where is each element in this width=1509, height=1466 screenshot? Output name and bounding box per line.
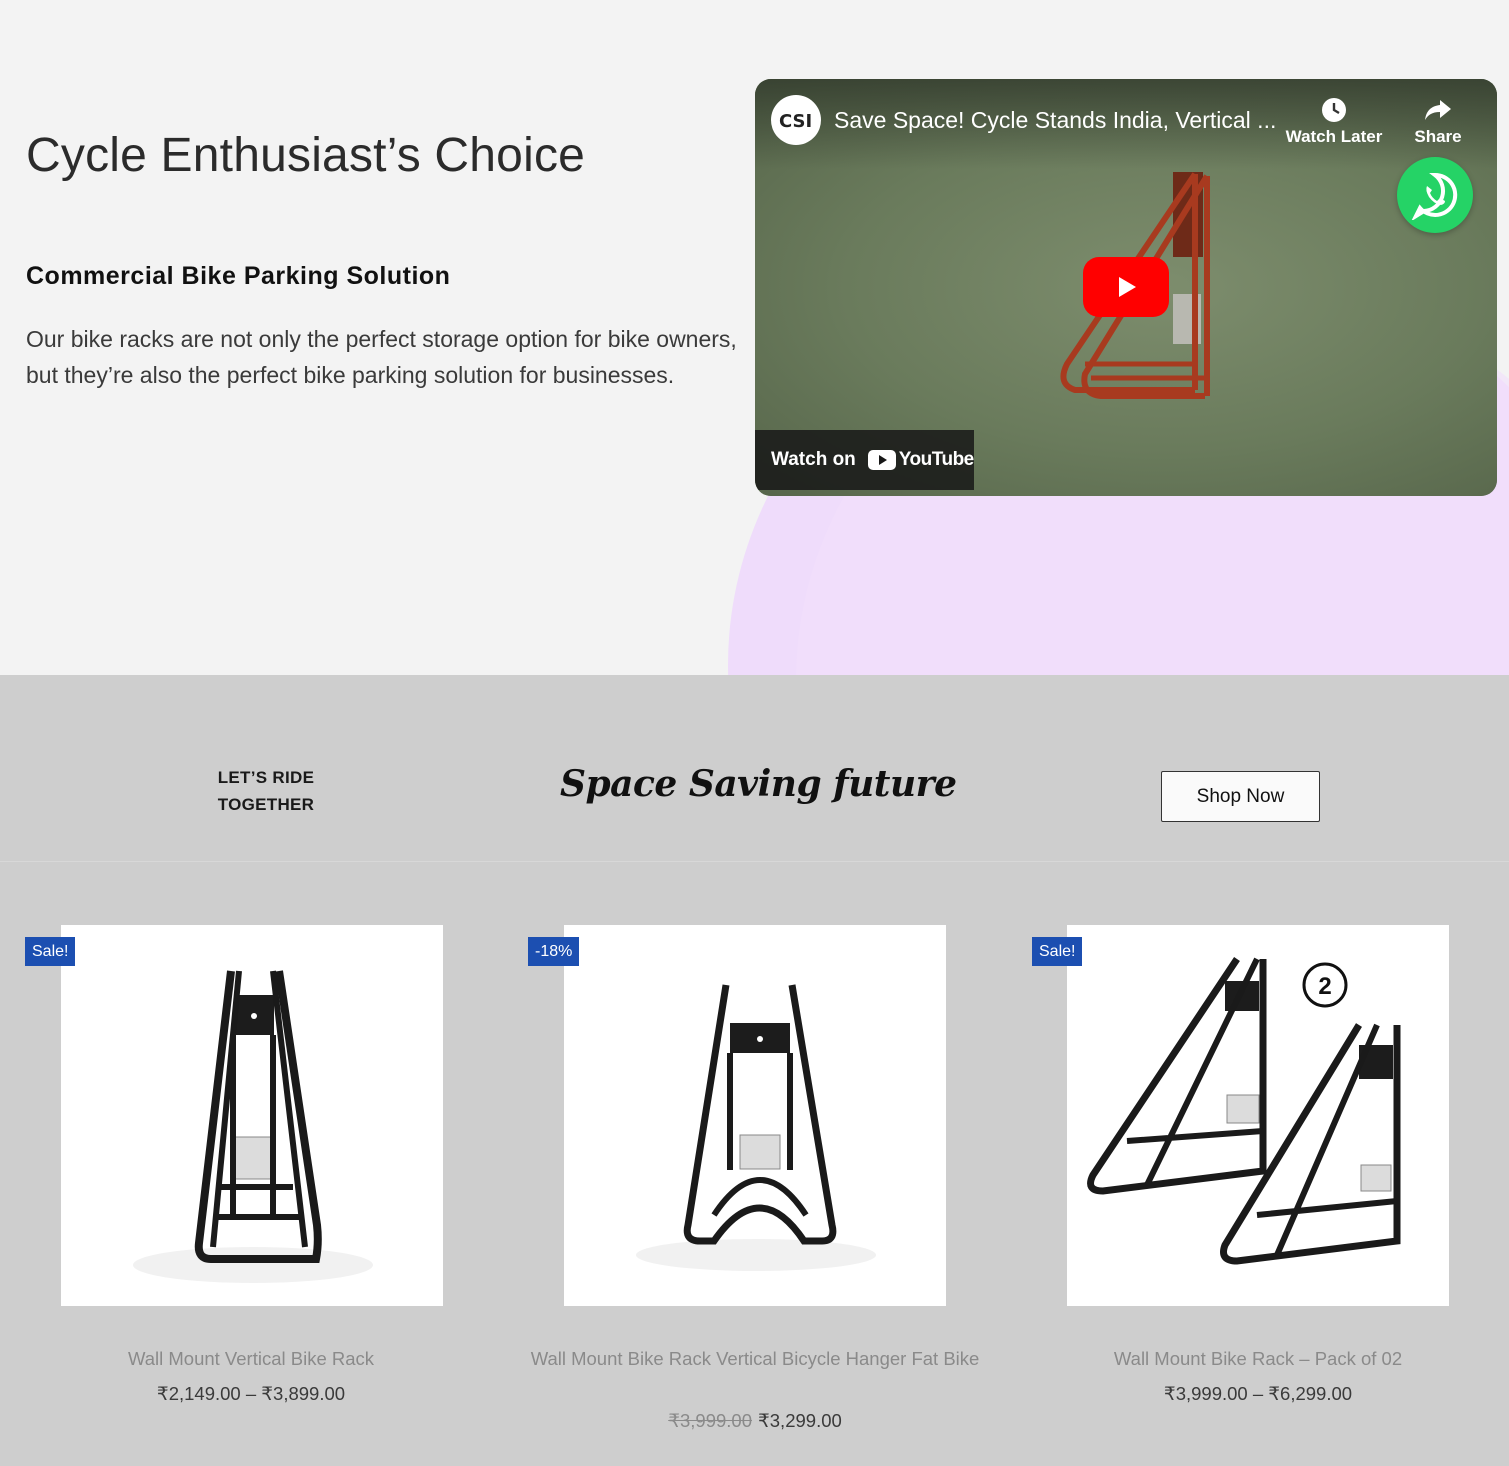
product-image[interactable]	[61, 925, 443, 1306]
share-button[interactable]: Share	[1405, 93, 1471, 147]
product-name[interactable]: Wall Mount Bike Rack – Pack of 02	[1028, 1345, 1488, 1372]
lets-ride-tagline: LET’S RIDE TOGETHER	[217, 768, 315, 814]
youtube-video-embed[interactable]: CSI Save Space! Cycle Stands India, Vert…	[755, 79, 1497, 496]
page-title: Cycle Enthusiast’s Choice	[26, 129, 586, 182]
original-price: ₹3,999.00	[668, 1410, 752, 1431]
products-section: LET’S RIDE TOGETHER Space Saving future …	[0, 675, 1509, 1466]
sale-badge: Sale!	[1032, 937, 1083, 966]
channel-avatar[interactable]: CSI	[771, 95, 821, 145]
svg-text:CSI: CSI	[779, 111, 812, 132]
product-image[interactable]: 2	[1067, 925, 1449, 1306]
space-saving-heading: Space Saving future	[560, 763, 957, 805]
product-card[interactable]	[61, 925, 443, 1306]
sale-badge: Sale!	[25, 937, 76, 966]
youtube-logo: YouTube	[867, 449, 974, 471]
clock-icon	[1279, 93, 1389, 127]
product-name[interactable]: Wall Mount Bike Rack Vertical Bicycle Ha…	[525, 1345, 985, 1372]
product-card[interactable]: 2	[1067, 925, 1449, 1306]
svg-text:2: 2	[1318, 973, 1331, 1000]
section-subtitle: Commercial Bike Parking Solution	[26, 262, 451, 290]
whatsapp-icon[interactable]	[1397, 157, 1473, 233]
discount-badge: -18%	[528, 937, 580, 966]
play-icon	[1119, 277, 1136, 297]
video-title[interactable]: Save Space! Cycle Stands India, Vertical…	[834, 107, 1276, 134]
watch-later-button[interactable]: Watch Later	[1279, 93, 1389, 147]
product-name[interactable]: Wall Mount Vertical Bike Rack	[21, 1345, 481, 1372]
hero-section: Cycle Enthusiast’s Choice Commercial Bik…	[0, 0, 1509, 675]
product-price: ₹3,999.00 ₹3,299.00	[525, 1410, 985, 1432]
product-price: ₹2,149.00 – ₹3,899.00	[156, 1383, 346, 1404]
hero-description: Our bike racks are not only the perfect …	[26, 326, 737, 388]
share-icon	[1405, 93, 1471, 127]
divider	[0, 861, 1509, 862]
sale-price: ₹3,299.00	[758, 1410, 842, 1431]
play-button[interactable]	[1083, 257, 1169, 317]
product-image[interactable]	[564, 925, 946, 1306]
watch-on-youtube-link[interactable]: Watch on YouTube	[755, 430, 974, 490]
youtube-icon	[867, 450, 896, 470]
product-card[interactable]	[564, 925, 946, 1306]
shop-now-button[interactable]: Shop Now	[1161, 771, 1320, 822]
product-price: ₹3,999.00 – ₹6,299.00	[1163, 1383, 1353, 1404]
